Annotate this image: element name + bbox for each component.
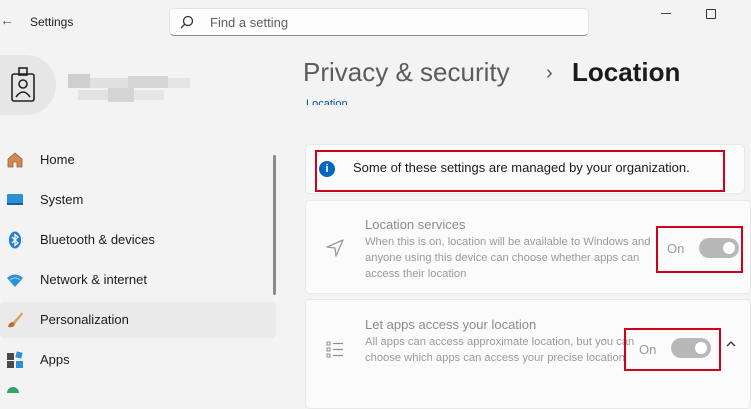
search-icon	[180, 15, 194, 29]
brush-icon	[8, 312, 23, 328]
sidebar-item-label: Personalization	[40, 312, 129, 327]
apps-icon	[7, 351, 23, 368]
breadcrumb-separator: ›	[546, 62, 553, 84]
wifi-icon	[7, 274, 23, 287]
back-button[interactable]: ←	[0, 12, 14, 32]
sidebar-item-personalization[interactable]: Personalization	[0, 302, 276, 338]
sidebar-item-label: Network & internet	[40, 272, 147, 287]
location-arrow-icon	[326, 239, 344, 257]
sidebar-item-system[interactable]: System	[0, 182, 276, 218]
maximize-button[interactable]	[706, 9, 716, 19]
bluetooth-icon	[9, 231, 21, 249]
app-list-icon	[326, 341, 343, 358]
sidebar-item-label: Apps	[40, 352, 70, 367]
sidebar-item-label: Bluetooth & devices	[40, 232, 155, 247]
page-title: Location	[572, 57, 681, 87]
app-title: Settings	[30, 15, 74, 29]
highlight-box	[656, 226, 743, 273]
sidebar-item-bluetooth[interactable]: Bluetooth & devices	[0, 222, 276, 258]
chevron-up-icon[interactable]	[724, 337, 738, 351]
search-box[interactable]: Find a setting	[169, 8, 589, 36]
system-icon	[7, 194, 23, 205]
highlight-box	[624, 328, 721, 371]
avatar[interactable]	[0, 55, 56, 115]
user-badge-icon	[11, 67, 35, 102]
setting-description: When this is on, location will be availa…	[365, 236, 651, 280]
profile-name-blurred	[68, 72, 190, 106]
sidebar-item-partial[interactable]	[0, 382, 276, 393]
sidebar-scrollbar[interactable]	[273, 155, 276, 295]
breadcrumb-parent[interactable]: Privacy & security	[303, 57, 510, 88]
location-link-partial[interactable]: Location	[306, 93, 348, 105]
minimize-button[interactable]	[661, 13, 671, 14]
sidebar-item-network[interactable]: Network & internet	[0, 262, 276, 298]
accounts-icon	[7, 387, 19, 393]
search-input[interactable]: Find a setting	[210, 15, 288, 30]
sidebar-item-label: System	[40, 192, 84, 207]
setting-title: Location services	[365, 217, 466, 232]
setting-description: All apps can access approximate location…	[365, 336, 635, 364]
home-icon	[7, 152, 23, 168]
sidebar-item-label: Home	[40, 152, 75, 167]
highlight-box	[315, 150, 725, 192]
sidebar-item-apps[interactable]: Apps	[0, 342, 276, 378]
setting-title: Let apps access your location	[365, 317, 537, 332]
sidebar-item-home[interactable]: Home	[0, 142, 276, 178]
